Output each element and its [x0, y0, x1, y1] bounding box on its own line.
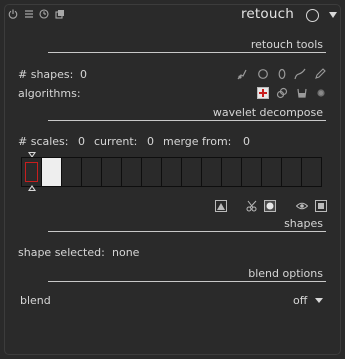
section-shapes: shapes: [284, 217, 323, 230]
wavelet-scale-cell[interactable]: [82, 158, 102, 186]
blend-label: blend: [20, 294, 51, 307]
section-rule: [48, 52, 326, 53]
current-label: current:: [94, 135, 138, 148]
shape-selected-label: shape selected:: [18, 246, 105, 259]
scales-value: 0: [78, 135, 85, 148]
multi-instance-icon[interactable]: [55, 9, 65, 19]
scales-label: # scales:: [18, 135, 69, 148]
module-title: retouch: [240, 6, 294, 22]
fill-icon[interactable]: [296, 87, 308, 99]
wavelet-scale-cell[interactable]: [102, 158, 122, 186]
algorithms-label: algorithms:: [18, 87, 81, 100]
section-retouch-tools: retouch tools: [250, 38, 323, 51]
wavelet-scale-cell[interactable]: [302, 158, 321, 186]
section-rule: [48, 231, 326, 232]
merge-from-label: merge from:: [163, 135, 232, 148]
wavelet-scale-cell[interactable]: [182, 158, 202, 186]
module-menu-caret-icon[interactable]: [329, 12, 337, 18]
wavelet-scale-cell[interactable]: [42, 158, 62, 186]
heal-icon[interactable]: [276, 87, 288, 99]
wavelet-scales-bar[interactable]: [21, 157, 322, 187]
reset-icon[interactable]: [39, 9, 49, 19]
current-value: 0: [147, 135, 154, 148]
module-header: retouch: [0, 0, 345, 30]
wavelet-scale-cell[interactable]: [242, 158, 262, 186]
suppress-icon[interactable]: [315, 200, 327, 212]
wavelet-scale-cell[interactable]: [62, 158, 82, 186]
wavelet-scale-cell[interactable]: [162, 158, 182, 186]
wavelet-scale-cell[interactable]: [122, 158, 142, 186]
module-focus-icon[interactable]: [306, 9, 319, 22]
shapes-count-label: # shapes:: [18, 68, 74, 81]
shapes-count-value: 0: [80, 68, 87, 81]
wavelet-scale-cell[interactable]: [222, 158, 242, 186]
power-icon[interactable]: [8, 9, 18, 19]
shape-selected-value: none: [112, 246, 140, 259]
brush-icon[interactable]: [236, 68, 248, 80]
circle-icon[interactable]: [257, 68, 269, 80]
wavelet-scale-cell[interactable]: [142, 158, 162, 186]
presets-icon[interactable]: [24, 9, 34, 19]
auto-levels-icon[interactable]: [264, 200, 276, 212]
wavelet-scale-cell[interactable]: [202, 158, 222, 186]
blend-dropdown-caret-icon[interactable]: [315, 298, 323, 303]
cut-paste-icon[interactable]: [246, 200, 258, 212]
current-scale-marker-icon[interactable]: [28, 185, 36, 191]
wavelet-scale-cell[interactable]: [282, 158, 302, 186]
section-blend-options: blend options: [248, 267, 323, 280]
blur-icon[interactable]: [315, 87, 327, 99]
clone-icon[interactable]: [257, 87, 269, 99]
ellipse-icon[interactable]: [276, 68, 288, 80]
section-rule: [48, 281, 326, 282]
blend-mode-value[interactable]: off: [293, 294, 307, 307]
preview-icon[interactable]: [296, 200, 308, 212]
display-wavelet-scale-icon[interactable]: [215, 200, 227, 212]
section-wavelet-decompose: wavelet decompose: [212, 106, 323, 119]
wavelet-scale-cell[interactable]: [262, 158, 282, 186]
wavelet-scale-cell[interactable]: [22, 158, 42, 186]
merge-from-value: 0: [243, 135, 250, 148]
section-rule: [48, 120, 326, 121]
path-icon[interactable]: [294, 68, 306, 80]
pencil-icon[interactable]: [314, 68, 326, 80]
